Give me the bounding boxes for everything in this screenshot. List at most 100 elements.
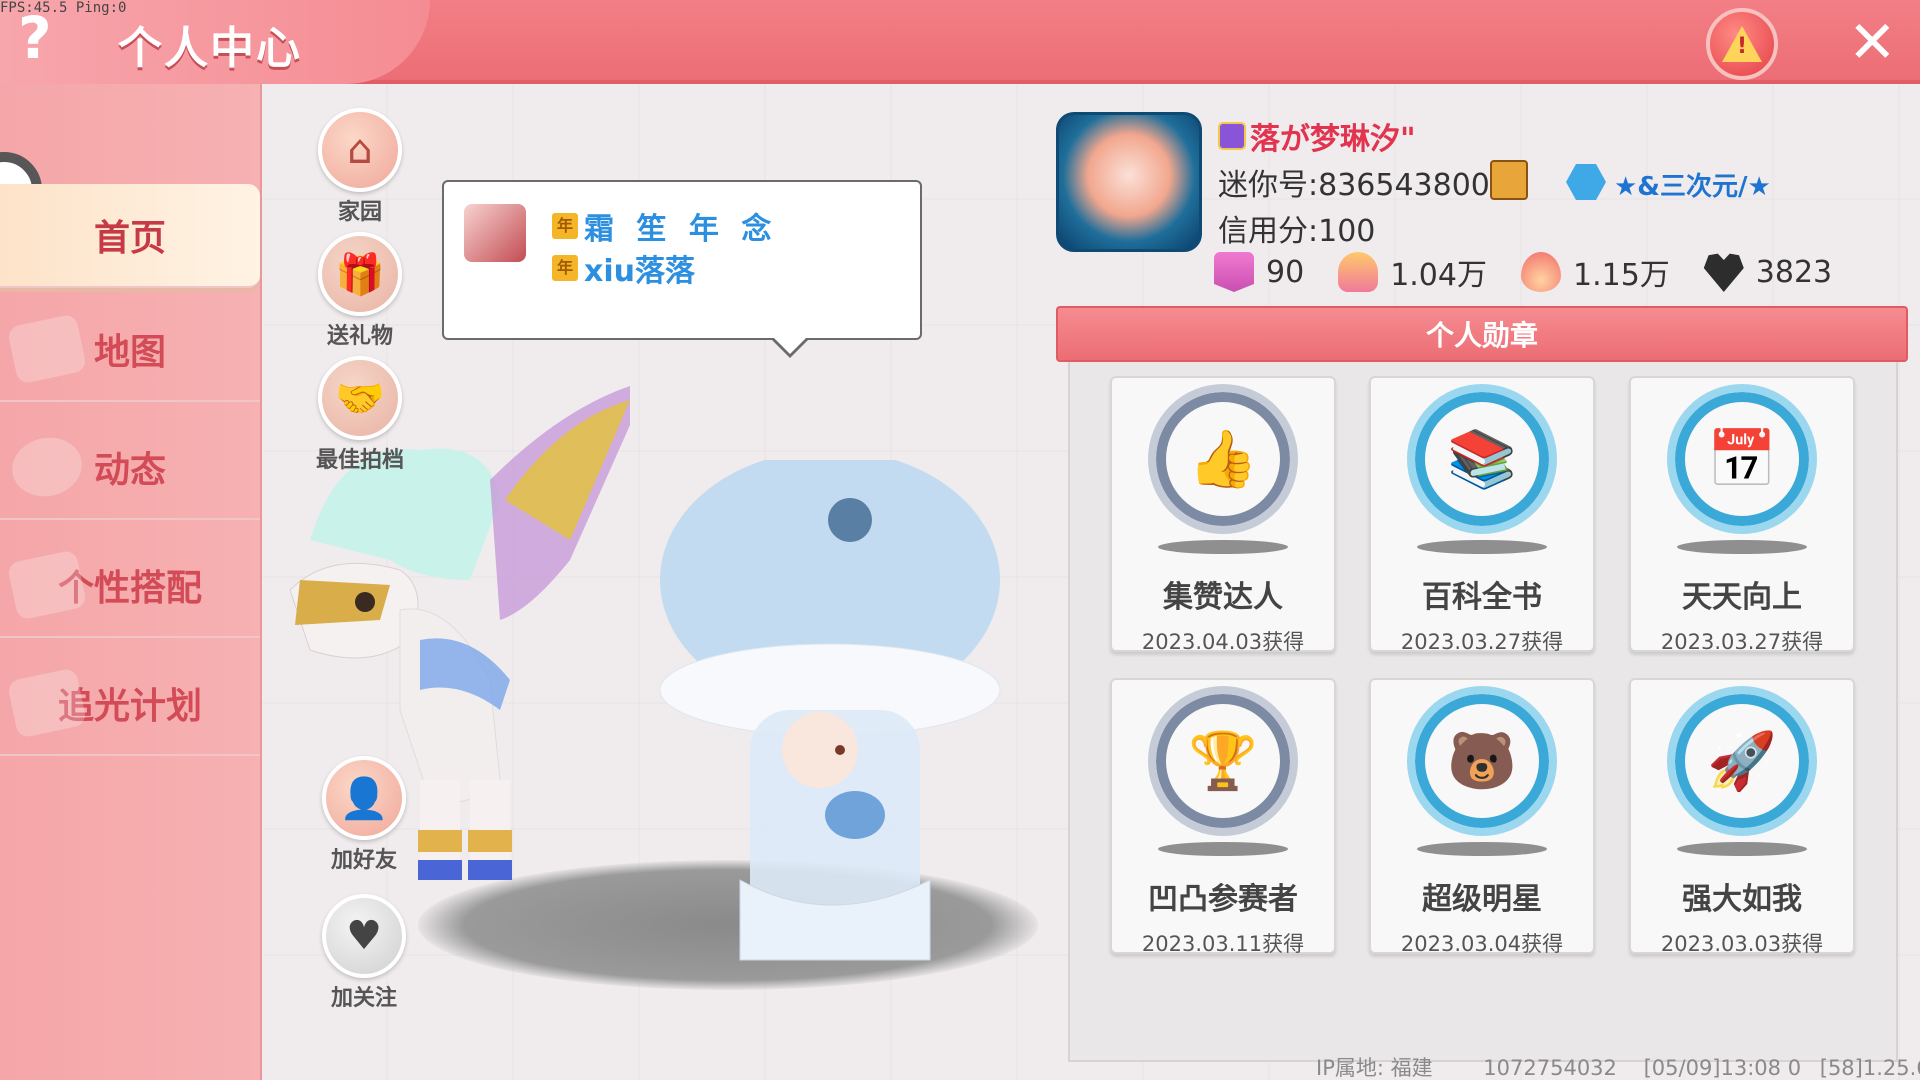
best-partner-action[interactable]: 🤝 最佳拍档 [310, 356, 410, 474]
badge-date: 2023.03.04获得 [1400, 932, 1564, 956]
partner-avatar [464, 204, 526, 262]
heart-icon [1703, 253, 1744, 292]
copy-id-icon[interactable] [1490, 160, 1528, 200]
close-icon[interactable]: ✕ [1848, 10, 1897, 74]
medal-shadow [1677, 842, 1807, 856]
medal-shadow [1417, 540, 1547, 554]
vip-icon [1218, 122, 1246, 150]
badge-card[interactable]: 📚 百科全书 2023.03.27获得 [1369, 376, 1595, 654]
badge-date: 2023.03.27获得 [1660, 630, 1824, 654]
likes-value: 1.04万 [1390, 258, 1487, 293]
badge-name: 天天向上 [1682, 580, 1802, 615]
credit-score: 信用分:100 [1218, 214, 1376, 249]
sidebar-item-label: 地图 [93, 332, 166, 373]
calendar-medal-icon: 📅 [1667, 384, 1817, 534]
badge-card[interactable]: 🐻 超级明星 2023.03.04获得 [1369, 678, 1595, 956]
add-friend-label: 加好友 [330, 848, 397, 873]
fps-readout: FPS:45.5 Ping:0 [0, 0, 127, 16]
follow-label: 加关注 [330, 986, 397, 1011]
rocket-medal-icon: 🚀 [1667, 686, 1817, 836]
gift-label: 送礼物 [326, 324, 393, 349]
badge-name: 超级明星 [1422, 882, 1542, 917]
exclamation-icon: ! [1736, 34, 1748, 59]
badge-name: 强大如我 [1682, 882, 1802, 917]
mini-id: 迷你号:836543800 [1218, 168, 1490, 203]
send-gift-action[interactable]: 🎁 送礼物 [310, 232, 410, 350]
player-avatar-model [659, 460, 1001, 961]
sidebar-item-map[interactable]: 地图 [0, 298, 260, 402]
badge-card[interactable]: 🏆 凹凸参赛者 2023.03.11获得 [1110, 678, 1336, 956]
handshake-icon: 🤝 [318, 356, 402, 440]
likes-stat: 1.04万 [1338, 250, 1487, 294]
partner-label: 最佳拍档 [315, 448, 404, 473]
sidebar-item-label: 首页 [93, 218, 166, 259]
badge-date: 2023.04.03获得 [1141, 630, 1305, 654]
timestamp: [05/09]13:08 0 [1643, 1056, 1802, 1080]
popularity-value: 1.15万 [1572, 258, 1670, 293]
profile-name-text: 落が梦琳汐" [1250, 122, 1416, 157]
tooltip-tail-inner [772, 336, 808, 354]
add-friend-icon: 👤 [322, 756, 406, 840]
hearts-value: 3823 [1755, 254, 1833, 290]
badge-card[interactable]: 📅 天天向上 2023.03.27获得 [1629, 376, 1855, 654]
thumbs-up-medal-icon: 👍 [1148, 384, 1298, 534]
year-badge-icon: 年 [552, 213, 578, 239]
ip-location: IP属地: 福建 [1316, 1056, 1433, 1080]
report-button[interactable]: ! [1706, 8, 1778, 80]
medal-shadow [1158, 540, 1288, 554]
badge-card[interactable]: 👍 集赞达人 2023.04.03获得 [1110, 376, 1336, 654]
gift-icon: 🎁 [318, 232, 402, 316]
medal-shadow [1677, 540, 1807, 554]
add-friend-button[interactable]: 👤 加好友 [314, 756, 414, 874]
level-stat: 90 [1214, 252, 1304, 292]
badge-date: 2023.03.03获得 [1660, 932, 1824, 956]
hearts-stat: 3823 [1703, 252, 1833, 292]
badge-card[interactable]: 🚀 强大如我 2023.03.03获得 [1629, 678, 1855, 956]
level-icon [1214, 252, 1254, 292]
badge-name: 百科全书 [1422, 580, 1542, 615]
bell-icon [6, 431, 88, 503]
trophy-medal-icon: 🏆 [1148, 686, 1298, 836]
popularity-stat: 1.15万 [1520, 250, 1670, 294]
version: [58]1.25.6 [1819, 1056, 1920, 1080]
stats-row: 90 1.04万 1.15万 3823 [1214, 248, 1866, 296]
sidebar-item-outfit[interactable]: 个性搭配 [0, 534, 260, 638]
partner-name-row: 年 xiu落落 [552, 246, 695, 290]
sidebar-item-home[interactable]: 首页 [0, 184, 260, 288]
year-badge-icon: 年 [552, 255, 578, 281]
profile-avatar[interactable] [1056, 112, 1202, 252]
sidebar-item-label: 动态 [93, 450, 166, 491]
partner-name: xiu落落 [584, 254, 695, 289]
profile-name: 落が梦琳汐" [1218, 114, 1416, 158]
level-value: 90 [1266, 254, 1305, 290]
page-title: 个人中心 [118, 23, 302, 74]
footer-info: IP属地: 福建 1072754032 [05/09]13:08 0 [58]1… [1316, 1052, 1920, 1080]
home-label: 家园 [337, 200, 382, 225]
home-action[interactable]: ⌂ 家园 [310, 108, 410, 226]
fire-icon [1520, 252, 1561, 292]
partner-name-card[interactable]: 年 霜 笙 年 念 年 xiu落落 [442, 180, 922, 358]
partner-name-row: 年 霜 笙 年 念 [552, 204, 777, 248]
follow-button[interactable]: ♥ 加关注 [314, 894, 414, 1012]
trophy-person-icon [1338, 252, 1379, 292]
badge-name: 集赞达人 [1163, 580, 1283, 615]
badge-date: 2023.03.11获得 [1141, 932, 1305, 956]
badge-name: 凹凸参赛者 [1148, 882, 1298, 917]
sidebar: 首页 地图 动态 个性搭配 追光计划 [0, 84, 262, 1080]
medal-shadow [1158, 842, 1288, 856]
sidebar-item-feed[interactable]: 动态 [0, 416, 260, 520]
badge-date: 2023.03.27获得 [1400, 630, 1564, 654]
badges-title: 个人勋章 [1425, 319, 1538, 352]
bear-star-medal-icon: 🐻 [1407, 686, 1557, 836]
book-medal-icon: 📚 [1407, 384, 1557, 534]
house-icon: ⌂ [318, 108, 402, 192]
partner-name: 霜 笙 年 念 [584, 212, 778, 247]
profile-tag[interactable]: ★&三次元/★ [1614, 166, 1771, 203]
sidebar-item-lightchase[interactable]: 追光计划 [0, 652, 260, 756]
badges-header: 个人勋章 [1056, 306, 1908, 362]
medal-shadow [1417, 842, 1547, 856]
user-uid: 1072754032 [1483, 1056, 1617, 1080]
heart-icon: ♥ [322, 894, 406, 978]
map-icon [6, 313, 88, 385]
top-bar: ? 个人中心 ! ✕ [0, 0, 1920, 84]
